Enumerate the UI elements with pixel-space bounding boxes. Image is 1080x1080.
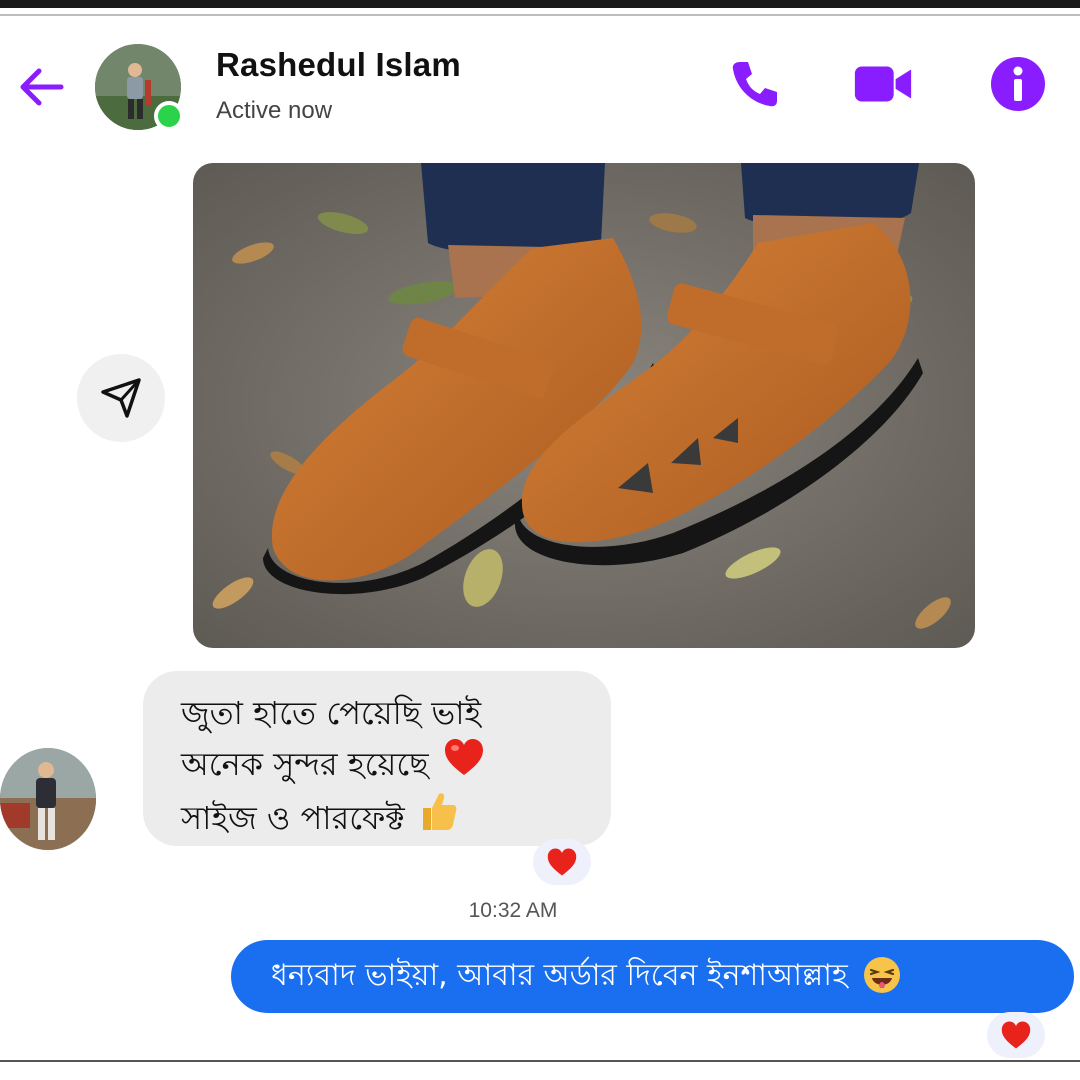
sender-avatar-photo <box>0 748 96 850</box>
window-bottom-line <box>0 1060 1080 1062</box>
info-icon <box>991 57 1045 111</box>
contact-status: Active now <box>216 97 333 124</box>
message-line: সাইজ ও পারফেক্ট <box>181 790 611 845</box>
thumbs-up-emoji <box>419 790 459 845</box>
heart-reaction[interactable] <box>987 1012 1045 1058</box>
online-status-dot <box>154 101 184 131</box>
send-forward-icon <box>101 378 141 418</box>
heart-reaction[interactable] <box>533 839 591 885</box>
window-top-border <box>0 0 1080 8</box>
contact-name[interactable]: Rashedul Islam <box>216 46 461 84</box>
sandals-photo-image <box>193 163 975 648</box>
message-line: জুতা হাতে পেয়েছি ভাই <box>181 689 611 737</box>
outgoing-message-bubble[interactable]: ধন্যবাদ ভাইয়া, আবার অর্ডার দিবেন ইনশাআল… <box>231 940 1074 1013</box>
message-timestamp: 10:32 AM <box>468 899 558 922</box>
shared-photo[interactable] <box>193 163 975 648</box>
message-line: অনেক সুন্দর হয়েছে <box>181 737 611 790</box>
message-line-text: অনেক সুন্দর হয়েছে <box>181 744 429 783</box>
voice-call-button[interactable] <box>722 54 786 114</box>
video-camera-icon <box>854 66 912 102</box>
window-top-line <box>0 14 1080 16</box>
heart-emoji <box>443 737 485 790</box>
conversation-info-button[interactable] <box>986 54 1050 114</box>
grinning-squint-face-emoji <box>862 955 902 999</box>
forward-button[interactable] <box>77 354 165 442</box>
heart-icon <box>1001 1021 1031 1049</box>
outgoing-message-text: ধন্যবাদ ভাইয়া, আবার অর্ডার দিবেন ইনশাআল… <box>271 958 848 993</box>
phone-icon <box>732 62 777 107</box>
message-line-text: জুতা হাতে পেয়েছি ভাই <box>181 694 482 732</box>
message-line-text: সাইজ ও পারফেক্ট <box>181 798 405 837</box>
video-call-button[interactable] <box>851 54 915 114</box>
incoming-message-bubble[interactable]: জুতা হাতে পেয়েছি ভাই অনেক সুন্দর হয়েছে… <box>143 671 611 846</box>
heart-icon <box>547 848 577 876</box>
back-button[interactable] <box>14 60 68 114</box>
sender-avatar[interactable] <box>0 748 96 850</box>
back-arrow-icon <box>20 68 64 106</box>
